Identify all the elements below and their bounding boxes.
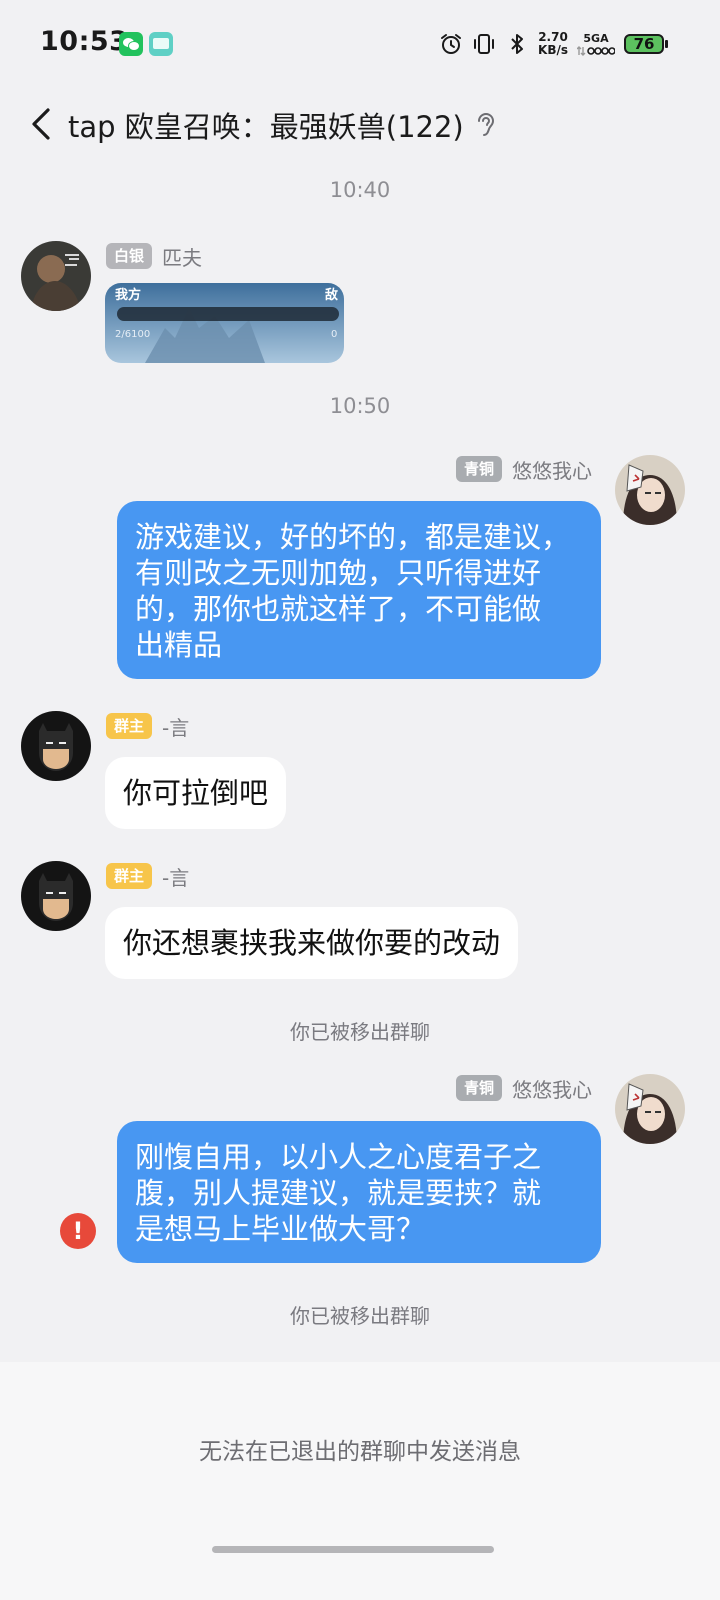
message-line: 是想马上毕业做大哥？ [135,1212,426,1246]
time-stamp: 10:40 [329,178,391,202]
avatar[interactable] [21,241,91,311]
sender-name[interactable]: 悠悠我心 [512,455,592,484]
wechat-notification-icon [119,32,143,56]
message-meta: 青铜 悠悠我心 [455,455,592,484]
message-notification-icon [149,32,173,56]
rank-badge: 青铜 [455,456,502,482]
input-disabled-footer: 无法在已退出的群聊中发送消息 [0,1362,720,1600]
avatar[interactable] [21,861,91,931]
net-speed: 2.70 KB/s [538,31,568,57]
avatar[interactable] [615,455,685,525]
battery-icon: 76 [624,34,668,54]
status-icons: 2.70 KB/s 5GA 76 [439,26,668,62]
avatar-image [615,1074,685,1144]
cannot-send-notice: 无法在已退出的群聊中发送消息 [199,1439,521,1465]
message-meta: 白银 匹夫 [106,242,202,270]
message-meta: 群主 -言 [106,862,189,890]
vibrate-icon [474,34,495,54]
image-caption-right: 敌 [325,287,338,303]
message-line: 刚愎自用，以小人之心度君子之 [135,1140,542,1174]
owner-badge: 群主 [106,863,153,889]
message-line: 腹，别人提建议，就是要挟？就 [135,1176,542,1210]
ear-icon[interactable] [473,110,499,140]
sender-name[interactable]: -言 [162,712,189,741]
sender-name[interactable]: -言 [162,862,189,891]
alarm-icon [441,34,462,54]
time-stamp: 10:50 [329,394,391,418]
message-meta: 群主 -言 [106,712,189,740]
message-line: 游戏建议，好的坏的，都是建议， [135,520,571,554]
sender-name[interactable]: 匹夫 [162,242,202,271]
message-line: 出精品 [135,628,223,662]
image-caption-hp: 2/6100 [115,329,150,340]
signal-label: 5GA [583,31,609,45]
chat-header: tap 欧皇召唤：最强妖兽(122) [0,88,720,164]
net-speed-unit: KB/s [538,43,568,57]
image-caption-right-value: 0 [331,329,337,340]
message-meta: 青铜 悠悠我心 [455,1074,592,1103]
status-time: 10:53 [40,26,129,57]
system-message: 你已被移出群聊 [290,1304,430,1328]
back-button[interactable] [22,102,66,146]
game-screenshot-image: 我方 敌 2/6100 0 [105,283,344,363]
avatar-image [21,241,91,311]
owner-badge: 群主 [106,713,153,739]
home-indicator[interactable] [212,1546,494,1553]
send-failed-icon[interactable]: ! [60,1213,96,1249]
chevron-left-icon [32,108,50,140]
message-line: 的，那你也就这样了，不可能做 [135,592,542,626]
message-line: 有则改之无则加勉，只听得进好 [135,556,542,590]
status-bar: 10:53 2.70 KB/s 5GA 76 [0,0,720,88]
avatar[interactable] [615,1074,685,1144]
avatar-image [615,455,685,525]
message-line: 你还想裹挟我来做你要的改动 [123,926,501,960]
avatar[interactable] [21,711,91,781]
incoming-message-bubble[interactable]: 你还想裹挟我来做你要的改动 [105,907,519,979]
rank-badge: 白银 [106,243,153,269]
outgoing-message-bubble[interactable]: 刚愎自用，以小人之心度君子之 腹，别人提建议，就是要挟？就 是想马上毕业做大哥？ [117,1121,601,1263]
system-message: 你已被移出群聊 [290,1020,430,1044]
rank-badge: 青铜 [455,1075,502,1101]
signal-bars-icon [577,45,615,56]
avatar-image [21,861,91,931]
signal-icon: 5GA [577,32,615,57]
image-message[interactable]: 我方 敌 2/6100 0 [105,283,344,363]
sender-name[interactable]: 悠悠我心 [512,1074,592,1103]
bluetooth-icon [511,34,524,54]
avatar-image [21,711,91,781]
outgoing-message-bubble[interactable]: 游戏建议，好的坏的，都是建议， 有则改之无则加勉，只听得进好 的，那你也就这样了… [117,501,601,679]
image-caption-left: 我方 [115,287,141,303]
message-line: 你可拉倒吧 [123,776,269,810]
chat-title[interactable]: tap 欧皇召唤：最强妖兽(122) [68,104,464,146]
incoming-message-bubble[interactable]: 你可拉倒吧 [105,757,287,829]
